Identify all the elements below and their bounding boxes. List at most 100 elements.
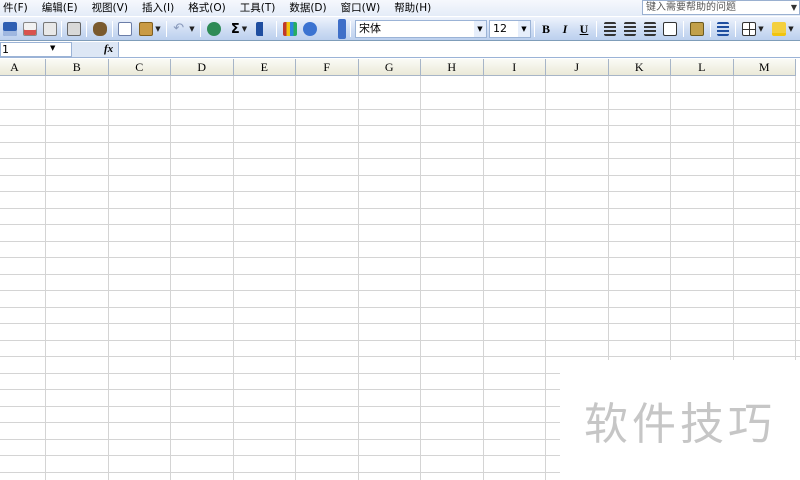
paste-button[interactable]: ▼ <box>137 20 163 38</box>
currency-icon <box>690 22 704 36</box>
align-left-button[interactable] <box>601 20 619 38</box>
sort-ascending-button[interactable] <box>254 20 272 38</box>
indent-icon <box>717 22 729 36</box>
paste-dropdown-icon[interactable]: ▼ <box>155 25 160 33</box>
menu-data[interactable]: 数据(D) <box>282 0 333 16</box>
font-name-dropdown-icon[interactable]: ▼ <box>474 21 486 37</box>
row-gridline <box>0 109 800 110</box>
decrease-indent-button[interactable] <box>714 20 732 38</box>
formula-input[interactable] <box>118 42 800 57</box>
menu-file[interactable]: 件(F) <box>0 0 35 16</box>
merge-center-icon <box>663 22 677 36</box>
borders-dropdown-icon[interactable]: ▼ <box>758 25 763 33</box>
permission-button[interactable] <box>22 20 38 38</box>
fill-color-button[interactable]: ▼ <box>769 20 797 38</box>
row-gridline <box>0 257 800 258</box>
column-header-e[interactable]: E <box>233 59 296 76</box>
undo-dropdown-icon[interactable]: ▼ <box>189 25 194 33</box>
font-size-dropdown-icon[interactable]: ▼ <box>518 21 530 37</box>
sum-icon: Σ <box>230 21 240 37</box>
print-preview-button[interactable] <box>66 20 82 38</box>
name-box-dropdown-icon[interactable]: ▼ <box>50 44 55 52</box>
column-gridline <box>107 76 109 480</box>
print-button[interactable] <box>42 20 58 38</box>
underline-button[interactable]: U <box>575 20 593 38</box>
menu-insert[interactable]: 插入(I) <box>135 0 181 16</box>
toolbar-separator <box>276 21 277 37</box>
column-gridline <box>295 76 296 480</box>
help-dropdown-arrow-icon[interactable]: ▼ <box>791 1 797 14</box>
menu-tools[interactable]: 工具(T) <box>233 0 283 16</box>
toolbar-separator <box>683 21 684 37</box>
align-center-icon <box>624 22 636 36</box>
menu-edit[interactable]: 编辑(E) <box>35 0 85 16</box>
globe-link-icon <box>207 22 221 36</box>
bold-button[interactable]: B <box>537 20 555 38</box>
name-box-value: 1 <box>2 43 9 56</box>
row-gridline <box>0 340 800 341</box>
help-button[interactable] <box>301 20 319 38</box>
research-button[interactable] <box>92 20 108 38</box>
help-search-placeholder: 键入需要帮助的问题 <box>646 2 736 13</box>
chart-icon <box>283 22 297 36</box>
column-header-b[interactable]: B <box>46 59 109 76</box>
toolbar-options-icon[interactable] <box>338 19 346 39</box>
save-button[interactable] <box>2 20 18 38</box>
toolbar-separator <box>61 21 62 37</box>
row-gridline <box>0 307 800 308</box>
column-header-f[interactable]: F <box>296 59 359 76</box>
autosum-button[interactable]: Σ ▼ <box>226 20 252 38</box>
fill-color-dropdown-icon[interactable]: ▼ <box>788 25 793 33</box>
print-preview-icon <box>67 22 81 36</box>
merge-center-button[interactable] <box>661 20 679 38</box>
borders-button[interactable]: ▼ <box>739 20 767 38</box>
column-gridline <box>170 76 171 480</box>
hyperlink-button[interactable] <box>205 20 223 38</box>
autosum-dropdown-icon[interactable]: ▼ <box>242 25 247 33</box>
row-gridline <box>0 191 800 192</box>
menu-help[interactable]: 帮助(H) <box>387 0 438 16</box>
help-search-input[interactable]: 键入需要帮助的问题 ▼ <box>642 0 800 15</box>
column-header-h[interactable]: H <box>421 59 484 76</box>
undo-button[interactable]: ↶ ▼ <box>171 20 197 38</box>
formula-bar: 1 ▼ fx <box>0 42 800 58</box>
menu-view[interactable]: 视图(V) <box>85 0 135 16</box>
copy-button[interactable] <box>117 20 133 38</box>
column-header-a[interactable]: A <box>0 59 46 76</box>
column-gridline <box>45 76 46 480</box>
copy-icon <box>118 22 132 36</box>
row-gridline <box>0 323 800 324</box>
chart-wizard-button[interactable] <box>281 20 299 38</box>
font-name-select[interactable]: 宋体 ▼ <box>355 20 487 38</box>
row-gridline <box>0 175 800 176</box>
column-header-g[interactable]: G <box>358 59 421 76</box>
help-icon <box>303 22 317 36</box>
column-header-k[interactable]: K <box>608 59 671 76</box>
currency-button[interactable] <box>688 20 706 38</box>
align-right-button[interactable] <box>641 20 659 38</box>
column-gridline <box>545 76 546 480</box>
printer-icon <box>43 22 57 36</box>
toolbar-separator <box>596 21 597 37</box>
paste-icon <box>139 22 154 36</box>
column-header-l[interactable]: L <box>671 59 734 76</box>
column-header-m[interactable]: M <box>733 59 796 76</box>
menu-window[interactable]: 窗口(W) <box>334 0 388 16</box>
column-header-i[interactable]: I <box>483 59 546 76</box>
name-box[interactable]: 1 <box>0 42 72 57</box>
font-size-select[interactable]: 12 ▼ <box>489 20 531 38</box>
menu-format[interactable]: 格式(O) <box>181 0 232 16</box>
toolbar-separator <box>710 21 711 37</box>
toolbar-separator <box>200 21 201 37</box>
column-header-j[interactable]: J <box>546 59 609 76</box>
borders-icon <box>742 22 757 36</box>
column-header-c[interactable]: C <box>108 59 171 76</box>
align-center-button[interactable] <box>621 20 639 38</box>
italic-button[interactable]: I <box>556 20 574 38</box>
column-header-d[interactable]: D <box>171 59 234 76</box>
column-gridline <box>482 76 484 480</box>
toolbar-separator <box>112 21 113 37</box>
column-gridline <box>357 76 359 480</box>
row-gridline <box>0 290 800 291</box>
insert-function-icon[interactable]: fx <box>104 42 113 57</box>
